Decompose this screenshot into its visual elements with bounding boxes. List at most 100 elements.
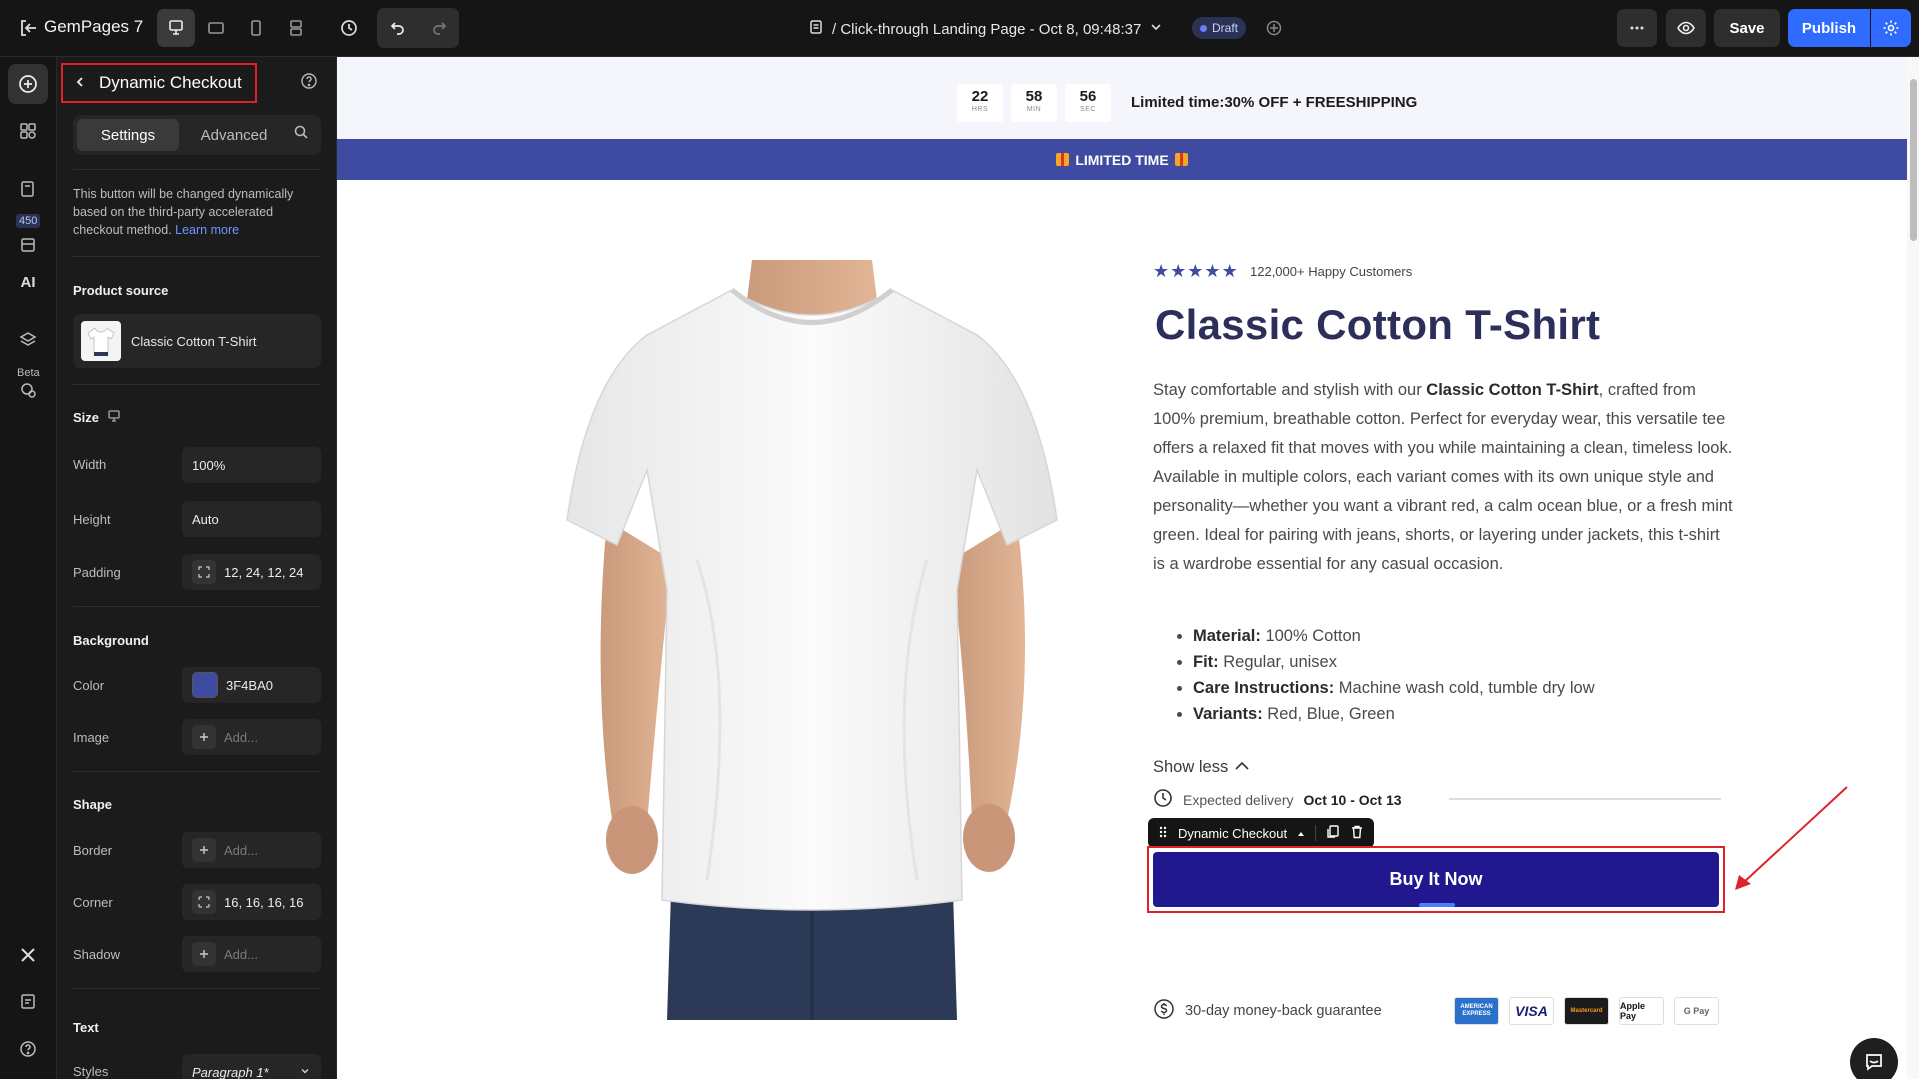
- spec-value: Machine wash cold, tumble dry low: [1334, 679, 1595, 697]
- width-input[interactable]: 100%: [182, 447, 321, 483]
- caret-up-icon[interactable]: [1297, 826, 1305, 841]
- gift-icon: [1174, 153, 1188, 166]
- product-picker[interactable]: Classic Cotton T-Shirt: [73, 314, 321, 368]
- height-input[interactable]: Auto: [182, 501, 321, 537]
- history-icon[interactable]: [335, 14, 363, 42]
- star-icon: ★: [1187, 261, 1204, 281]
- back-icon[interactable]: [73, 75, 87, 92]
- tab-advanced[interactable]: Advanced: [183, 119, 285, 151]
- resize-handle[interactable]: [1419, 903, 1455, 907]
- border-add-field[interactable]: Add...: [182, 832, 321, 868]
- mobile-icon[interactable]: [237, 9, 275, 47]
- color-picker[interactable]: 3F4BA0: [182, 667, 321, 703]
- element-toolbar-label[interactable]: Dynamic Checkout: [1178, 826, 1287, 841]
- undo-icon[interactable]: [377, 8, 418, 48]
- buy-now-button[interactable]: Buy It Now: [1153, 852, 1719, 907]
- delivery-progress-line: [1449, 798, 1721, 800]
- exit-icon[interactable]: [16, 16, 40, 40]
- color-swatch[interactable]: [192, 672, 218, 698]
- layers-icon[interactable]: [8, 320, 48, 360]
- minutes-value: 58: [1025, 88, 1043, 105]
- save-button[interactable]: Save: [1714, 9, 1780, 47]
- tablet-landscape-icon[interactable]: [197, 9, 235, 47]
- clock-icon: [1153, 788, 1173, 811]
- google-pay-icon: G Pay: [1674, 997, 1719, 1025]
- delivery-dates: Oct 10 - Oct 13: [1303, 791, 1402, 808]
- shadow-add-field[interactable]: Add...: [182, 936, 321, 972]
- chat-icon[interactable]: [1850, 1038, 1898, 1079]
- product-title[interactable]: Classic Cotton T-Shirt: [1155, 301, 1600, 349]
- money-back-guarantee: 30-day money-back guarantee: [1153, 998, 1382, 1024]
- spec-item: Material: 100% Cotton: [1193, 623, 1595, 649]
- tab-settings[interactable]: Settings: [77, 119, 179, 151]
- ai-icon[interactable]: AI: [8, 262, 48, 302]
- help-icon[interactable]: [300, 72, 320, 92]
- clipboard-icon[interactable]: [8, 981, 48, 1021]
- settings-panel: Dynamic Checkout Settings Advanced This …: [57, 57, 337, 1079]
- countdown-bar: 22 HRS 58 MIN 56 SEC Limited time:30% OF…: [337, 57, 1907, 139]
- settings-icon[interactable]: [1871, 9, 1911, 47]
- preview-icon[interactable]: [1666, 9, 1706, 47]
- canvas-scrollbar-thumb[interactable]: [1910, 79, 1917, 241]
- image-placeholder: Add...: [224, 729, 258, 745]
- desktop-icon: [107, 409, 121, 426]
- plus-icon: [192, 838, 216, 862]
- plus-icon: [192, 942, 216, 966]
- styles-label: Styles: [73, 1064, 109, 1079]
- plus-icon: [192, 725, 216, 749]
- left-rail: 450 AI Beta: [0, 57, 57, 1079]
- shape-title: Shape: [73, 797, 113, 812]
- image-add-field[interactable]: Add...: [182, 719, 321, 755]
- library-icon[interactable]: [8, 225, 48, 265]
- learn-more-link[interactable]: Learn more: [175, 223, 239, 237]
- sections-icon[interactable]: [8, 111, 48, 151]
- product-specs: Material: 100% Cotton Fit: Regular, unis…: [1193, 623, 1595, 727]
- corner-input[interactable]: 16, 16, 16, 16: [182, 884, 321, 920]
- star-icon: ★: [1204, 261, 1221, 281]
- page-selector[interactable]: / Click-through Landing Page - Oct 8, 09…: [808, 19, 1163, 39]
- gift-icon: [1056, 153, 1070, 166]
- product-source-title: Product source: [73, 283, 169, 298]
- hours-unit: HRS: [971, 106, 989, 113]
- delivery-label: Expected delivery: [1183, 791, 1294, 808]
- star-icon: ★: [1221, 261, 1238, 281]
- product-image[interactable]: [537, 260, 1087, 1020]
- hours-value: 22: [971, 88, 989, 105]
- responsive-icon[interactable]: [277, 9, 315, 47]
- panel-header: Dynamic Checkout: [57, 57, 337, 109]
- duplicate-icon[interactable]: [1326, 824, 1340, 842]
- padding-label: Padding: [73, 565, 121, 580]
- border-label: Border: [73, 843, 113, 858]
- styles-value: Paragraph 1*: [192, 1064, 269, 1079]
- background-title: Background: [73, 633, 149, 648]
- drag-handle-icon[interactable]: [1158, 825, 1168, 842]
- padding-icon: [192, 560, 216, 584]
- product-description[interactable]: Stay comfortable and stylish with our Cl…: [1153, 376, 1733, 579]
- shadow-label: Shadow: [73, 947, 120, 962]
- desktop-icon[interactable]: [157, 9, 195, 47]
- show-less-label: Show less: [1153, 758, 1229, 776]
- redo-icon[interactable]: [418, 8, 459, 48]
- reviews-text: 122,000+ Happy Customers: [1250, 264, 1413, 279]
- editor-canvas[interactable]: 22 HRS 58 MIN 56 SEC Limited time:30% OF…: [337, 57, 1919, 1079]
- pages-icon[interactable]: [8, 169, 48, 209]
- search-icon[interactable]: [293, 124, 315, 146]
- divider: [73, 771, 321, 772]
- padding-input[interactable]: 12, 24, 12, 24: [182, 554, 321, 590]
- add-element-icon[interactable]: [8, 64, 48, 104]
- show-less-toggle[interactable]: Show less: [1153, 758, 1250, 777]
- help-icon[interactable]: [8, 1029, 48, 1069]
- brand-name: GemPages 7: [44, 17, 144, 36]
- collaborate-icon[interactable]: [1262, 16, 1286, 40]
- publish-button[interactable]: Publish: [1788, 9, 1870, 47]
- more-icon[interactable]: [1617, 9, 1657, 47]
- spec-value: Red, Blue, Green: [1262, 705, 1395, 723]
- x-integration-icon[interactable]: [8, 935, 48, 975]
- element-toolbar: Dynamic Checkout: [1148, 818, 1375, 848]
- delete-icon[interactable]: [1350, 825, 1364, 842]
- rating-stars: ★ ★ ★ ★ ★: [1153, 261, 1238, 281]
- size-section: Size: [73, 409, 121, 426]
- styles-select[interactable]: Paragraph 1*: [182, 1054, 321, 1079]
- spec-key: Fit:: [1193, 653, 1219, 671]
- beta-feature-icon[interactable]: [8, 375, 48, 405]
